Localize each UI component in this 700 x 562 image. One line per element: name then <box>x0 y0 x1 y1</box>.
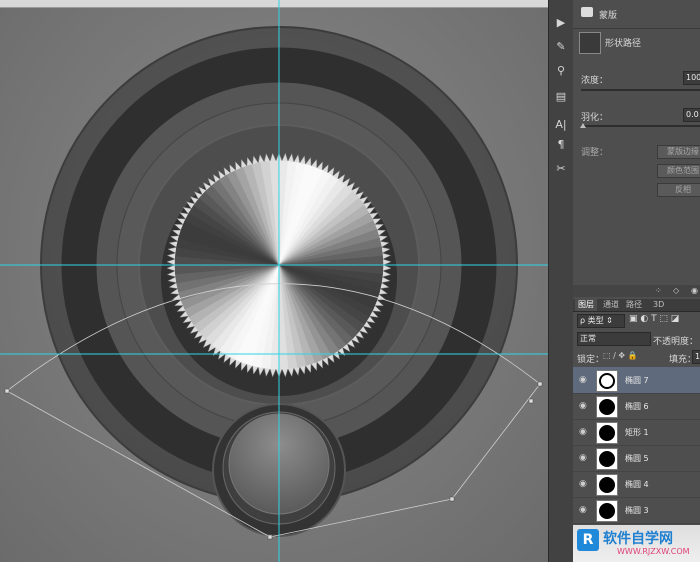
density-slider[interactable] <box>581 89 700 91</box>
knob-artwork <box>0 0 548 562</box>
feather-value[interactable]: 0.0 <box>683 108 700 122</box>
feather-label: 羽化： <box>581 113 609 123</box>
layer-thumbnail <box>596 474 618 496</box>
tab-layers[interactable]: 图层 <box>575 299 597 311</box>
clone-stamp-icon[interactable]: ⚲ <box>552 62 570 80</box>
tab-channels[interactable]: 通道 <box>603 299 619 311</box>
visibility-eye-icon[interactable]: ◉ <box>579 401 589 411</box>
mask-edge-button[interactable]: 蒙版边缘 <box>657 145 700 159</box>
visibility-eye-icon[interactable]: ◉ <box>579 453 589 463</box>
visibility-eye-icon[interactable]: ◉ <box>579 375 589 385</box>
play-icon[interactable]: ▶ <box>552 14 570 32</box>
paragraph-icon[interactable]: ¶ <box>552 136 570 154</box>
layers-tabs: 图层 通道 路径 3D <box>573 299 700 312</box>
layer-name: 椭圆 7 <box>625 376 649 385</box>
shape-path-label: 形状路径 <box>605 39 642 49</box>
layer-filter-row: ρ 类型 ⇕ ▣ ◐ T ⬚ ◪ <box>573 313 700 328</box>
tool-strip: ▶ ✎ ⚲ ▤ A| ¶ ✂ <box>548 0 574 562</box>
visibility-eye-icon[interactable]: ◉ <box>579 479 589 489</box>
tools-icon[interactable]: ✂ <box>552 160 570 178</box>
lock-fill-row: 锁定： ⬚ ∕ ✥ 🔒 填充： 10 <box>573 349 700 365</box>
lock-label: 锁定： <box>577 355 605 365</box>
color-range-button[interactable]: 颜色范围 <box>657 164 700 178</box>
density-value[interactable]: 100 <box>683 71 700 85</box>
layer-name: 椭圆 3 <box>625 506 649 515</box>
filter-kind-select[interactable]: ρ 类型 ⇕ <box>577 314 625 328</box>
anchor-point <box>528 398 534 404</box>
filter-icons[interactable]: ▣ ◐ T ⬚ ◪ <box>629 314 679 324</box>
visibility-eye-icon[interactable]: ◉ <box>579 505 589 515</box>
watermark-url: WWW.RJZXW.COM <box>617 547 690 556</box>
opacity-label: 不透明度： <box>653 337 699 347</box>
layer-row[interactable]: ◉ 椭圆 7 <box>573 367 700 394</box>
document-canvas[interactable] <box>0 0 548 562</box>
layer-name: 椭圆 5 <box>625 454 649 463</box>
shape-path-thumbnail <box>579 32 601 54</box>
feather-slider-thumb[interactable] <box>580 123 586 128</box>
selection-icon[interactable]: ⁘ <box>655 286 662 295</box>
shape-path-row[interactable]: 形状路径 <box>573 28 700 60</box>
layer-name: 椭圆 6 <box>625 402 649 411</box>
text-a-icon[interactable]: A| <box>552 116 570 134</box>
anchor-point <box>267 534 273 540</box>
site-watermark: R 软件自学网 WWW.RJZXW.COM <box>573 525 700 562</box>
layer-thumbnail <box>596 370 618 392</box>
layer-row[interactable]: ◉ 椭圆 4 <box>573 471 700 498</box>
mask-icon <box>581 7 593 17</box>
history-brush-icon[interactable]: ▤ <box>552 88 570 106</box>
mask-label: 蒙版 <box>599 11 618 21</box>
blend-mode-select[interactable]: 正常 <box>577 332 651 346</box>
anchor-point <box>537 381 543 387</box>
lock-icons[interactable]: ⬚ ∕ ✥ 🔒 <box>603 351 638 360</box>
tab-3d[interactable]: 3D <box>653 299 664 311</box>
anchor-point <box>449 496 455 502</box>
layer-row[interactable]: ◉ 椭圆 5 <box>573 445 700 472</box>
layer-thumbnail <box>596 448 618 470</box>
anchor-point <box>4 388 10 394</box>
brush-icon[interactable]: ✎ <box>552 38 570 56</box>
blend-opacity-row: 正常 不透明度： <box>573 331 700 347</box>
layer-row[interactable]: ◉ 椭圆 3 <box>573 497 700 524</box>
eye-icon[interactable]: ◉ <box>691 286 698 295</box>
invert-button[interactable]: 反相 <box>657 183 700 197</box>
watermark-logo: R <box>577 529 599 551</box>
feather-slider[interactable] <box>581 125 700 127</box>
density-label: 浓度： <box>581 76 609 86</box>
tab-paths[interactable]: 路径 <box>626 299 642 311</box>
adjust-label: 调整： <box>581 148 609 158</box>
layer-name: 矩形 1 <box>625 428 649 437</box>
diamond-icon[interactable]: ◇ <box>673 286 679 295</box>
layer-row[interactable]: ◉ 椭圆 6 <box>573 393 700 420</box>
visibility-eye-icon[interactable]: ◉ <box>579 427 589 437</box>
watermark-text: 软件自学网 <box>603 531 673 547</box>
panel-footer-icons: ⁘ ◇ ◉ <box>573 285 700 297</box>
layer-row[interactable]: ◉ 矩形 1 <box>573 419 700 446</box>
layer-thumbnail <box>596 396 618 418</box>
layer-name: 椭圆 4 <box>625 480 649 489</box>
mask-header: 蒙版 <box>573 0 700 29</box>
layer-thumbnail <box>596 500 618 522</box>
properties-layers-panel: 蒙版 形状路径 浓度： 100 羽化： 0.0 调整： 蒙版边缘 颜色范围 反相… <box>573 0 700 562</box>
fill-value[interactable]: 10 <box>692 350 700 364</box>
layer-thumbnail <box>596 422 618 444</box>
